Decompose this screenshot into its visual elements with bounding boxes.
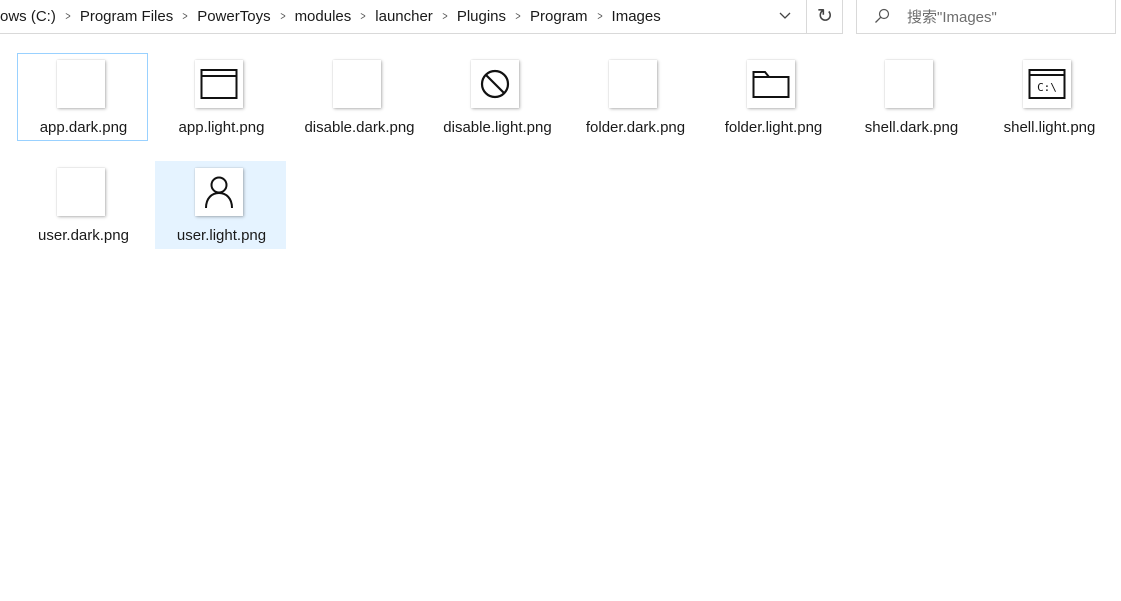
file-item-shell-light[interactable]: C:\ shell.light.png [983, 53, 1114, 141]
file-name: shell.dark.png [864, 119, 959, 136]
shell-icon: C:\ [1028, 69, 1066, 99]
blank-icon [609, 60, 657, 108]
folder-icon [752, 71, 790, 98]
blank-icon [57, 60, 105, 108]
file-name: user.light.png [176, 227, 267, 244]
file-item-app-dark[interactable]: app.dark.png [17, 53, 148, 141]
file-name: app.light.png [178, 119, 265, 136]
file-item-folder-light[interactable]: folder.light.png [707, 53, 838, 141]
file-name: folder.light.png [724, 119, 823, 136]
file-name: folder.dark.png [585, 119, 686, 136]
user-icon [205, 176, 233, 209]
blank-icon [885, 60, 933, 108]
shell-icon-text: C:\ [1037, 81, 1057, 94]
file-item-user-light[interactable]: user.light.png [155, 161, 286, 249]
blank-icon [333, 60, 381, 108]
file-item-shell-dark[interactable]: shell.dark.png [845, 53, 976, 141]
app-window-icon [200, 69, 238, 99]
file-item-disable-dark[interactable]: disable.dark.png [293, 53, 424, 141]
file-name: shell.light.png [1003, 119, 1096, 136]
file-item-app-light[interactable]: app.light.png [155, 53, 286, 141]
file-name: app.dark.png [39, 119, 128, 136]
file-name: disable.dark.png [304, 119, 415, 136]
file-item-user-dark[interactable]: user.dark.png [17, 161, 148, 249]
file-item-disable-light[interactable]: disable.light.png [431, 53, 562, 141]
disable-icon [480, 69, 510, 99]
file-name: user.dark.png [38, 227, 129, 244]
file-list: app.dark.png app.light.png disable.dark.… [0, 0, 1121, 601]
file-item-folder-dark[interactable]: folder.dark.png [569, 53, 700, 141]
blank-icon [57, 168, 105, 216]
file-name: disable.light.png [443, 119, 552, 136]
